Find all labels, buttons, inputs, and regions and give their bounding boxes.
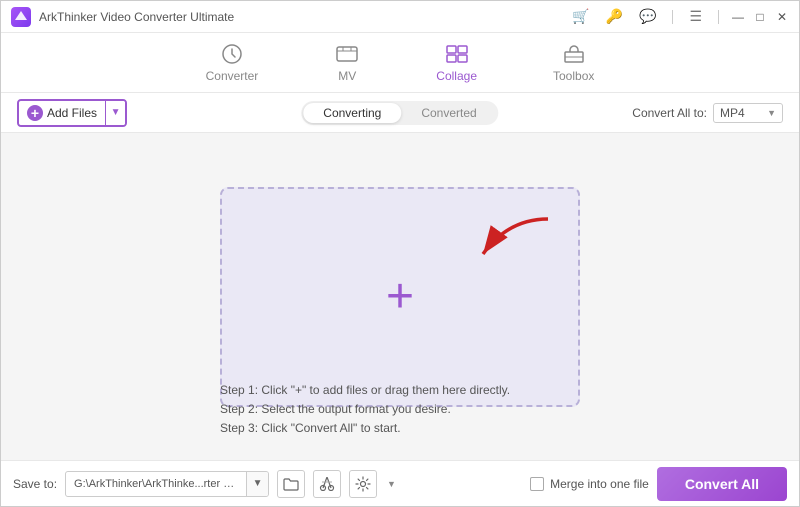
- key-icon[interactable]: 🔑: [602, 6, 627, 27]
- app-logo: [11, 7, 31, 27]
- instruction-1: Step 1: Click "+" to add files or drag t…: [220, 383, 580, 397]
- format-select[interactable]: MP4 ▼: [713, 103, 783, 123]
- bottom-bar: Save to: G:\ArkThinker\ArkThinke...rter …: [1, 460, 799, 506]
- add-files-label: Add Files: [47, 106, 97, 120]
- add-files-main: + Add Files: [19, 105, 105, 121]
- merge-checkbox-box[interactable]: [530, 477, 544, 491]
- app-title: ArkThinker Video Converter Ultimate: [39, 10, 568, 24]
- instructions: Step 1: Click "+" to add files or drag t…: [220, 383, 580, 440]
- add-files-dropdown-icon[interactable]: ▼: [105, 101, 125, 125]
- divider2: [718, 10, 719, 24]
- save-path-selector[interactable]: G:\ArkThinker\ArkThinke...rter Ultimate\…: [65, 471, 269, 497]
- app-window: ArkThinker Video Converter Ultimate 🛒 🔑 …: [0, 0, 800, 507]
- tab-toolbox[interactable]: Toolbox: [545, 39, 602, 87]
- merge-checkbox[interactable]: Merge into one file: [530, 477, 649, 491]
- convert-all-button[interactable]: Convert All: [657, 467, 787, 501]
- tab-collage[interactable]: Collage: [428, 39, 485, 87]
- converting-tab[interactable]: Converting: [303, 103, 401, 123]
- tab-mv[interactable]: MV: [326, 39, 368, 87]
- cut-icon-button[interactable]: [313, 470, 341, 498]
- convert-all-to-label: Convert All to:: [632, 106, 707, 120]
- format-value: MP4: [720, 106, 745, 120]
- convert-all-label: Convert All: [685, 476, 759, 492]
- collage-label: Collage: [436, 69, 477, 83]
- folder-icon-button[interactable]: [277, 470, 305, 498]
- tab-switch: Converting Converted: [301, 101, 498, 125]
- format-dropdown-icon: ▼: [767, 108, 776, 118]
- red-arrow: [428, 209, 558, 289]
- toolbox-icon: [561, 43, 587, 65]
- save-to-label: Save to:: [13, 477, 57, 491]
- divider: [672, 10, 673, 24]
- converter-label: Converter: [206, 69, 259, 83]
- add-files-button[interactable]: + Add Files ▼: [17, 99, 127, 127]
- drop-zone[interactable]: +: [220, 187, 580, 407]
- chat-icon[interactable]: 💬: [635, 6, 660, 27]
- titlebar: ArkThinker Video Converter Ultimate 🛒 🔑 …: [1, 1, 799, 33]
- collage-icon: [444, 43, 470, 65]
- drop-plus-icon: +: [386, 273, 414, 321]
- mv-label: MV: [338, 69, 356, 83]
- instruction-3: Step 3: Click "Convert All" to start.: [220, 421, 580, 435]
- save-path-dropdown-icon[interactable]: ▼: [246, 472, 268, 496]
- toolbar: + Add Files ▼ Converting Converted Conve…: [1, 93, 799, 133]
- merge-label: Merge into one file: [550, 477, 649, 491]
- add-plus-icon: +: [27, 105, 43, 121]
- cart-icon[interactable]: 🛒: [568, 6, 593, 27]
- instruction-2: Step 2: Select the output format you des…: [220, 402, 580, 416]
- main-content: + Step 1: Click "+" to add files or drag…: [1, 133, 799, 460]
- converter-icon: [219, 43, 245, 65]
- close-button[interactable]: ✕: [775, 10, 789, 24]
- save-path-text: G:\ArkThinker\ArkThinke...rter Ultimate\…: [66, 478, 246, 490]
- settings-dropdown-icon: ▼: [387, 479, 396, 489]
- convert-all-to: Convert All to: MP4 ▼: [632, 103, 783, 123]
- menu-icon[interactable]: ☰: [685, 6, 706, 27]
- toolbar-inner: + Add Files ▼ Converting Converted Conve…: [17, 93, 783, 133]
- toolbox-label: Toolbox: [553, 69, 594, 83]
- settings-icon-button[interactable]: [349, 470, 377, 498]
- maximize-button[interactable]: □: [753, 10, 767, 24]
- converted-tab[interactable]: Converted: [401, 103, 496, 123]
- mv-icon: [334, 43, 360, 65]
- minimize-button[interactable]: —: [731, 10, 745, 24]
- tab-converter[interactable]: Converter: [198, 39, 267, 87]
- nav-tabs: Converter MV Col: [1, 33, 799, 93]
- titlebar-controls: 🛒 🔑 💬 ☰ — □ ✕: [568, 6, 789, 27]
